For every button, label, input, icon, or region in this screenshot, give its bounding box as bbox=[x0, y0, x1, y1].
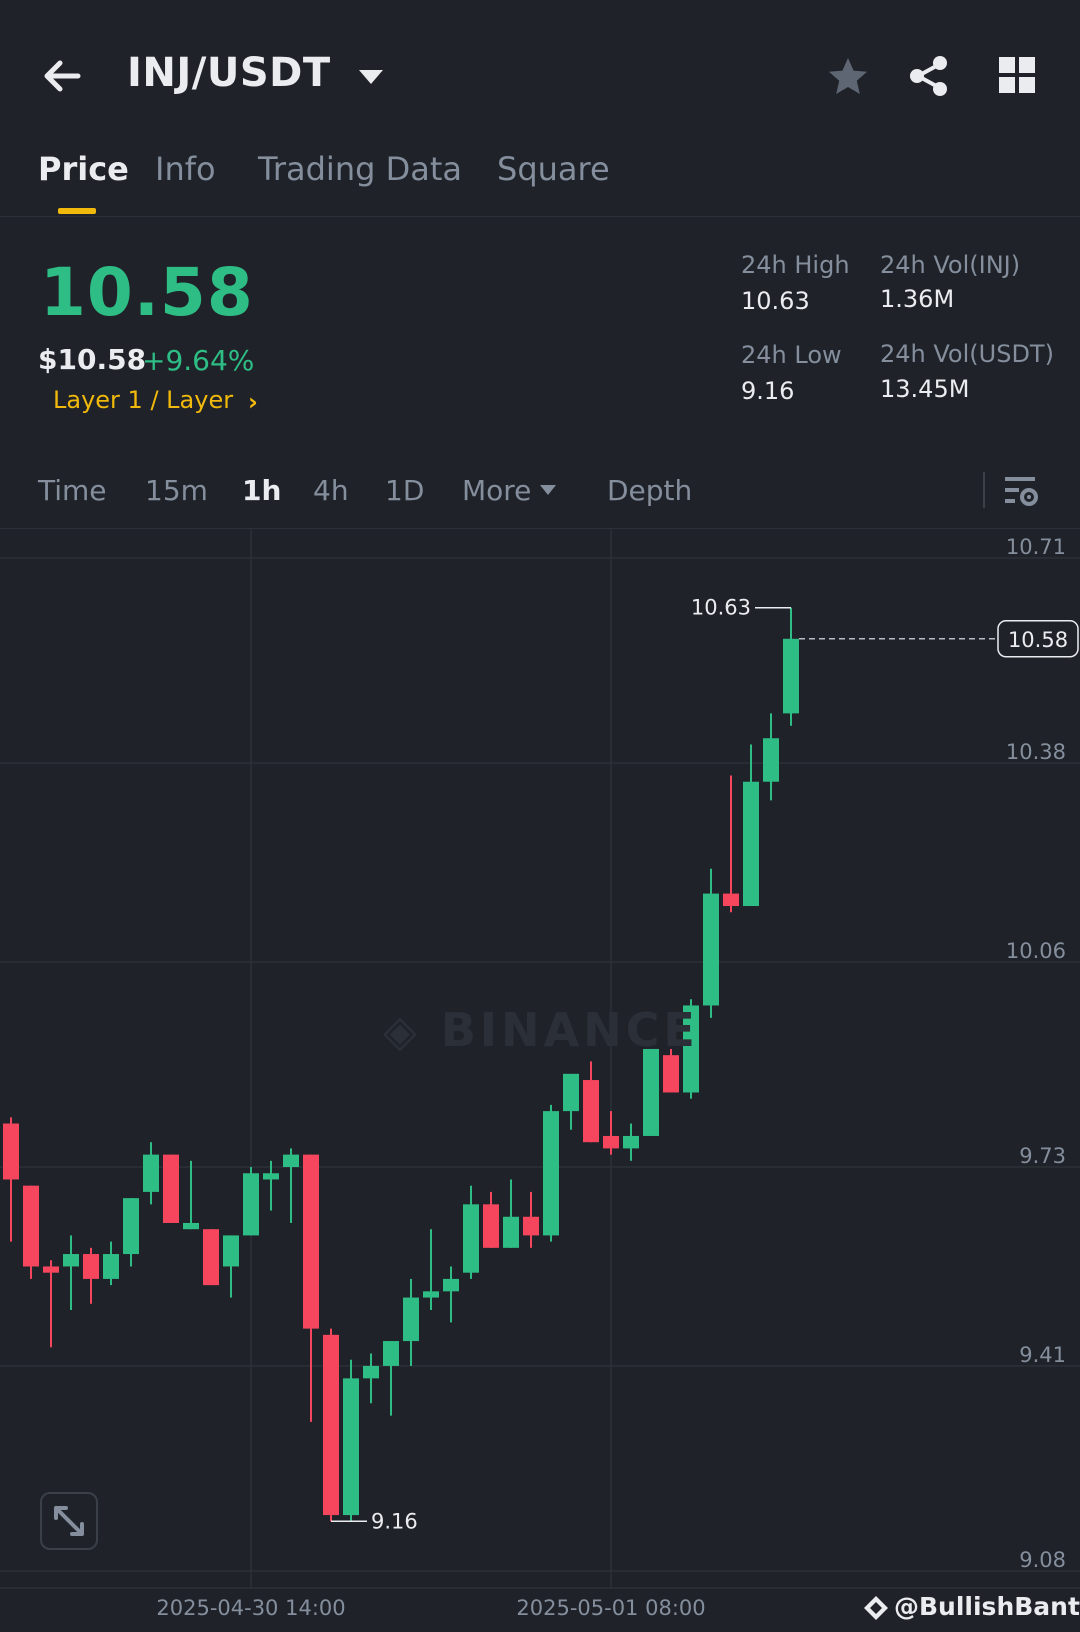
candle-body bbox=[243, 1173, 259, 1236]
tab-trading-data[interactable]: Trading Data bbox=[258, 150, 462, 188]
x-tick-label: 2025-04-30 14:00 bbox=[156, 1596, 345, 1620]
candle-body bbox=[83, 1254, 99, 1279]
stat-24h-high-value: 10.63 bbox=[741, 287, 810, 315]
category-tag[interactable]: Layer 1 / Layer bbox=[53, 386, 233, 414]
active-tab-indicator bbox=[58, 208, 96, 214]
watermark: ◈ BINANCE bbox=[383, 1003, 699, 1057]
interval-4h[interactable]: 4h bbox=[313, 474, 349, 507]
stat-24h-vol-usdt-value: 13.45M bbox=[880, 375, 970, 403]
main-tabs: Price Info Trading Data Square bbox=[0, 140, 1080, 217]
candle-body bbox=[783, 638, 799, 714]
usd-price: $10.58 bbox=[38, 343, 147, 376]
grid-icon[interactable] bbox=[998, 56, 1036, 94]
candle-body bbox=[643, 1048, 659, 1136]
candle-body bbox=[663, 1055, 679, 1093]
last-price: 10.58 bbox=[40, 254, 254, 331]
interval-1d[interactable]: 1D bbox=[385, 474, 424, 507]
chevron-right-icon[interactable]: › bbox=[248, 388, 258, 416]
candle-body bbox=[583, 1080, 599, 1143]
interval-1h[interactable]: 1h bbox=[242, 474, 281, 507]
y-tick-label: 9.41 bbox=[1019, 1343, 1066, 1367]
pair-title[interactable]: INJ/USDT bbox=[127, 50, 331, 96]
binance-logo-icon: ◈ bbox=[383, 1006, 421, 1057]
candle-body bbox=[183, 1222, 199, 1230]
candle-body bbox=[123, 1198, 139, 1255]
chart-settings-icon[interactable] bbox=[1002, 470, 1040, 514]
stat-24h-low-label: 24h Low bbox=[741, 341, 842, 369]
caret-down-icon[interactable] bbox=[356, 66, 386, 88]
y-tick-label: 10.71 bbox=[1006, 535, 1066, 559]
interval-15m[interactable]: 15m bbox=[145, 474, 208, 507]
candle-body bbox=[763, 738, 779, 782]
divider bbox=[983, 472, 985, 508]
interval-depth[interactable]: Depth bbox=[607, 474, 692, 507]
interval-more[interactable]: More bbox=[462, 474, 531, 507]
candle-body bbox=[723, 893, 739, 907]
candle-body bbox=[283, 1154, 299, 1168]
stat-24h-vol-inj-label: 24h Vol(INJ) bbox=[880, 251, 1021, 279]
candle-body bbox=[383, 1341, 399, 1366]
candle-body bbox=[463, 1204, 479, 1273]
candle-body bbox=[623, 1135, 639, 1149]
candle-body bbox=[443, 1278, 459, 1292]
candle-body bbox=[543, 1111, 559, 1236]
stat-24h-vol-usdt-label: 24h Vol(USDT) bbox=[880, 340, 1054, 368]
share-icon[interactable] bbox=[906, 53, 952, 99]
low-annotation-label: 9.16 bbox=[371, 1509, 418, 1533]
candle-body bbox=[343, 1378, 359, 1516]
candle-body bbox=[403, 1297, 419, 1342]
candle-body bbox=[603, 1135, 619, 1149]
candle-body bbox=[163, 1154, 179, 1223]
candle-body bbox=[303, 1154, 319, 1329]
stat-24h-low-value: 9.16 bbox=[741, 377, 795, 405]
expand-icon bbox=[54, 1506, 84, 1536]
candle-body bbox=[563, 1073, 579, 1112]
candle-body bbox=[23, 1185, 39, 1267]
candle-body bbox=[143, 1154, 159, 1192]
candle-body bbox=[263, 1173, 279, 1180]
creator-diamond-icon bbox=[864, 1596, 888, 1620]
tab-price[interactable]: Price bbox=[38, 150, 129, 188]
top-bar: INJ/USDT bbox=[0, 0, 1080, 140]
watermark-text: BINANCE bbox=[440, 1003, 699, 1057]
candle-body bbox=[523, 1216, 539, 1236]
tab-info[interactable]: Info bbox=[155, 150, 216, 188]
creator-handle: @BullishBanter bbox=[894, 1592, 1080, 1621]
x-tick-label: 2025-05-01 08:00 bbox=[516, 1596, 705, 1620]
last-price-label: 10.58 bbox=[1008, 628, 1068, 652]
interval-bar: Time 15m 1h 4h 1D More Depth bbox=[0, 460, 1080, 529]
candle-body bbox=[103, 1254, 119, 1279]
candlestick-chart[interactable]: 10.71 10.38 10.06 9.73 9.41 9.08 2025-04-30 14… bbox=[0, 528, 1080, 1632]
candle-body bbox=[503, 1216, 519, 1248]
candle-body bbox=[483, 1204, 499, 1248]
stat-24h-high-label: 24h High bbox=[741, 251, 850, 279]
price-change-percent: +9.64% bbox=[142, 344, 255, 377]
candle-body bbox=[203, 1229, 219, 1286]
interval-time[interactable]: Time bbox=[38, 474, 107, 507]
star-icon[interactable] bbox=[826, 55, 870, 99]
candle-body bbox=[703, 893, 719, 1006]
y-tick-label: 9.73 bbox=[1019, 1144, 1066, 1168]
candle-body bbox=[3, 1123, 19, 1180]
candle-body bbox=[63, 1254, 79, 1267]
stat-24h-vol-inj-value: 1.36M bbox=[880, 285, 955, 313]
caret-down-icon[interactable] bbox=[538, 482, 558, 498]
high-annotation-label: 10.63 bbox=[691, 596, 751, 620]
y-tick-label: 10.06 bbox=[1006, 939, 1066, 963]
y-tick-label: 9.08 bbox=[1019, 1548, 1066, 1572]
candle-body bbox=[323, 1334, 339, 1516]
y-tick-label: 10.38 bbox=[1006, 740, 1066, 764]
back-arrow-icon[interactable] bbox=[38, 52, 86, 100]
candle-body bbox=[743, 781, 759, 907]
candle-body bbox=[223, 1235, 239, 1267]
candle-body bbox=[423, 1291, 439, 1298]
tab-square[interactable]: Square bbox=[497, 150, 610, 188]
fullscreen-button[interactable] bbox=[40, 1492, 98, 1550]
candle-body bbox=[43, 1266, 59, 1273]
candle-body bbox=[363, 1365, 379, 1379]
